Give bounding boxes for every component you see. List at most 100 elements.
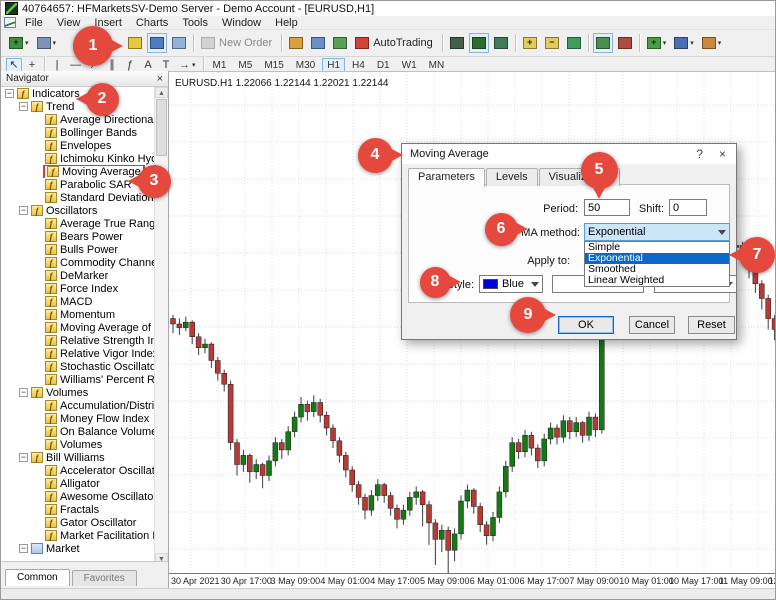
shift-input[interactable] xyxy=(669,199,707,216)
autotrading-button[interactable]: AutoTrading xyxy=(352,33,438,53)
tree-item-stochastic-oscillator[interactable]: fStochastic Oscillator xyxy=(1,360,155,373)
chart-shift-button[interactable] xyxy=(615,33,635,53)
tab-levels[interactable]: Levels xyxy=(486,168,538,186)
menu-file[interactable]: File xyxy=(18,17,50,29)
indicators-add-button[interactable]: +▾ xyxy=(644,33,670,53)
arrows-tool-button[interactable]: →▾ xyxy=(176,58,199,72)
dialog-close-icon[interactable]: × xyxy=(719,147,726,161)
tree-item-volumes[interactable]: −fVolumes xyxy=(1,386,155,399)
tree-item-ichimoku-kinko-hyo[interactable]: fIchimoku Kinko Hyo xyxy=(1,152,155,165)
tree-item-moving-average-of-c[interactable]: fMoving Average of C xyxy=(1,321,155,334)
timeframe-m15[interactable]: M15 xyxy=(259,58,288,72)
tree-expand-icon[interactable]: − xyxy=(19,206,28,215)
timeframe-m5[interactable]: M5 xyxy=(233,58,257,72)
expert-advisors-button[interactable] xyxy=(286,33,306,53)
tree-item-gator-oscillator[interactable]: fGator Oscillator xyxy=(1,516,155,529)
metaeditor-button[interactable] xyxy=(308,33,328,53)
candlestick-chart-button[interactable] xyxy=(469,33,489,53)
dialog-help-button[interactable]: ? xyxy=(696,147,703,161)
timeframe-m30[interactable]: M30 xyxy=(291,58,320,72)
tree-item-average-true-range[interactable]: fAverage True Range xyxy=(1,217,155,230)
data-window-button[interactable] xyxy=(169,33,189,53)
tree-item-bulls-power[interactable]: fBulls Power xyxy=(1,243,155,256)
zoom-out-button[interactable]: − xyxy=(542,33,562,53)
periods-button[interactable]: ▾ xyxy=(671,33,697,53)
tree-expand-icon[interactable]: − xyxy=(19,544,28,553)
menu-charts[interactable]: Charts xyxy=(129,17,175,29)
tree-expand-icon[interactable]: − xyxy=(19,388,28,397)
line-chart-button[interactable] xyxy=(491,33,511,53)
navigator-close-icon[interactable]: × xyxy=(157,74,163,84)
menu-window[interactable]: Window xyxy=(215,17,268,29)
text-tool-button[interactable]: A xyxy=(140,58,156,72)
tree-expand-icon[interactable]: − xyxy=(19,453,28,462)
tree-item-force-index[interactable]: fForce Index xyxy=(1,282,155,295)
menu-help[interactable]: Help xyxy=(268,17,305,29)
cursor-tool-button[interactable]: ↖ xyxy=(6,58,22,72)
tree-item-envelopes[interactable]: fEnvelopes xyxy=(1,139,155,152)
tree-item-bill-williams[interactable]: −fBill Williams xyxy=(1,451,155,464)
tree-item-relative-strength-ind[interactable]: fRelative Strength Ind xyxy=(1,334,155,347)
cancel-button[interactable]: Cancel xyxy=(629,316,675,334)
ma-method-option-linear-weighted[interactable]: Linear Weighted xyxy=(585,275,729,286)
tab-common[interactable]: Common xyxy=(5,569,70,586)
ma-method-combobox[interactable]: Exponential xyxy=(584,223,730,241)
scroll-up-icon[interactable]: ▲ xyxy=(155,87,168,98)
tree-item-volumes[interactable]: fVolumes xyxy=(1,438,155,451)
timeframe-m1[interactable]: M1 xyxy=(208,58,232,72)
new-order-button[interactable]: New Order xyxy=(198,33,277,53)
sounds-button[interactable] xyxy=(330,33,350,53)
tree-item-fractals[interactable]: fFractals xyxy=(1,503,155,516)
tree-item-williams-percent-ra[interactable]: fWilliams' Percent Ra xyxy=(1,373,155,386)
tree-item-alligator[interactable]: fAlligator xyxy=(1,477,155,490)
navigator-scrollbar[interactable]: ▲ ▼ xyxy=(154,87,168,564)
profiles-button[interactable]: ▾ xyxy=(34,33,60,53)
fibonacci-tool-button[interactable]: ƒ xyxy=(122,58,138,72)
crosshair-tool-button[interactable]: + xyxy=(24,58,40,72)
timeframe-d1[interactable]: D1 xyxy=(372,58,395,72)
period-input[interactable] xyxy=(584,199,630,216)
timeframe-h4[interactable]: H4 xyxy=(347,58,370,72)
tree-item-accelerator-oscillato[interactable]: fAccelerator Oscillato xyxy=(1,464,155,477)
tile-windows-button[interactable] xyxy=(564,33,584,53)
time-axis[interactable]: 30 Apr 202130 Apr 17:003 May 09:004 May … xyxy=(169,573,775,588)
tree-expand-icon[interactable]: − xyxy=(19,102,28,111)
zoom-in-button[interactable]: + xyxy=(520,33,540,53)
menu-view[interactable]: View xyxy=(50,17,88,29)
tab-parameters[interactable]: Parameters xyxy=(408,168,485,187)
auto-scroll-button[interactable] xyxy=(593,33,613,53)
tree-item-accumulation-distri[interactable]: fAccumulation/Distri xyxy=(1,399,155,412)
timeframe-w1[interactable]: W1 xyxy=(397,58,422,72)
tree-item-average-directional-i[interactable]: fAverage Directional I xyxy=(1,113,155,126)
timeframe-mn[interactable]: MN xyxy=(424,58,450,72)
tree-item-bollinger-bands[interactable]: fBollinger Bands xyxy=(1,126,155,139)
ok-button[interactable]: OK xyxy=(558,316,614,334)
reset-button[interactable]: Reset xyxy=(688,316,735,334)
tree-item-relative-vigor-index[interactable]: fRelative Vigor Index xyxy=(1,347,155,360)
tree-item-on-balance-volume[interactable]: fOn Balance Volume xyxy=(1,425,155,438)
tree-item-oscillators[interactable]: −fOscillators xyxy=(1,204,155,217)
tree-expand-icon[interactable]: − xyxy=(5,89,14,98)
bar-chart-button[interactable] xyxy=(447,33,467,53)
tree-item-awesome-oscillator[interactable]: fAwesome Oscillator xyxy=(1,490,155,503)
tree-item-market-facilitation-ir[interactable]: fMarket Facilitation Ir xyxy=(1,529,155,542)
vertical-line-tool-button[interactable]: | xyxy=(49,58,65,72)
tree-item-money-flow-index[interactable]: fMoney Flow Index xyxy=(1,412,155,425)
navigator-toggle-button[interactable] xyxy=(147,33,167,53)
tree-item-standard-deviation[interactable]: fStandard Deviation xyxy=(1,191,155,204)
tree-item-commodity-channe[interactable]: fCommodity Channe xyxy=(1,256,155,269)
templates-button[interactable]: ▾ xyxy=(699,33,725,53)
menu-tools[interactable]: Tools xyxy=(175,17,215,29)
new-chart-button[interactable]: +▾ xyxy=(6,33,32,53)
tree-item-momentum[interactable]: fMomentum xyxy=(1,308,155,321)
text-label-tool-button[interactable]: T xyxy=(158,58,174,72)
timeframe-h1[interactable]: H1 xyxy=(322,58,345,72)
style-color-combobox[interactable]: Blue xyxy=(479,275,543,293)
tree-item-macd[interactable]: fMACD xyxy=(1,295,155,308)
scrollbar-thumb[interactable] xyxy=(156,99,167,156)
tree-item-demarker[interactable]: fDeMarker xyxy=(1,269,155,282)
tree-item-market[interactable]: −Market xyxy=(1,542,155,555)
tree-item-bears-power[interactable]: fBears Power xyxy=(1,230,155,243)
market-watch-button[interactable] xyxy=(125,33,145,53)
tab-favorites[interactable]: Favorites xyxy=(72,570,137,586)
